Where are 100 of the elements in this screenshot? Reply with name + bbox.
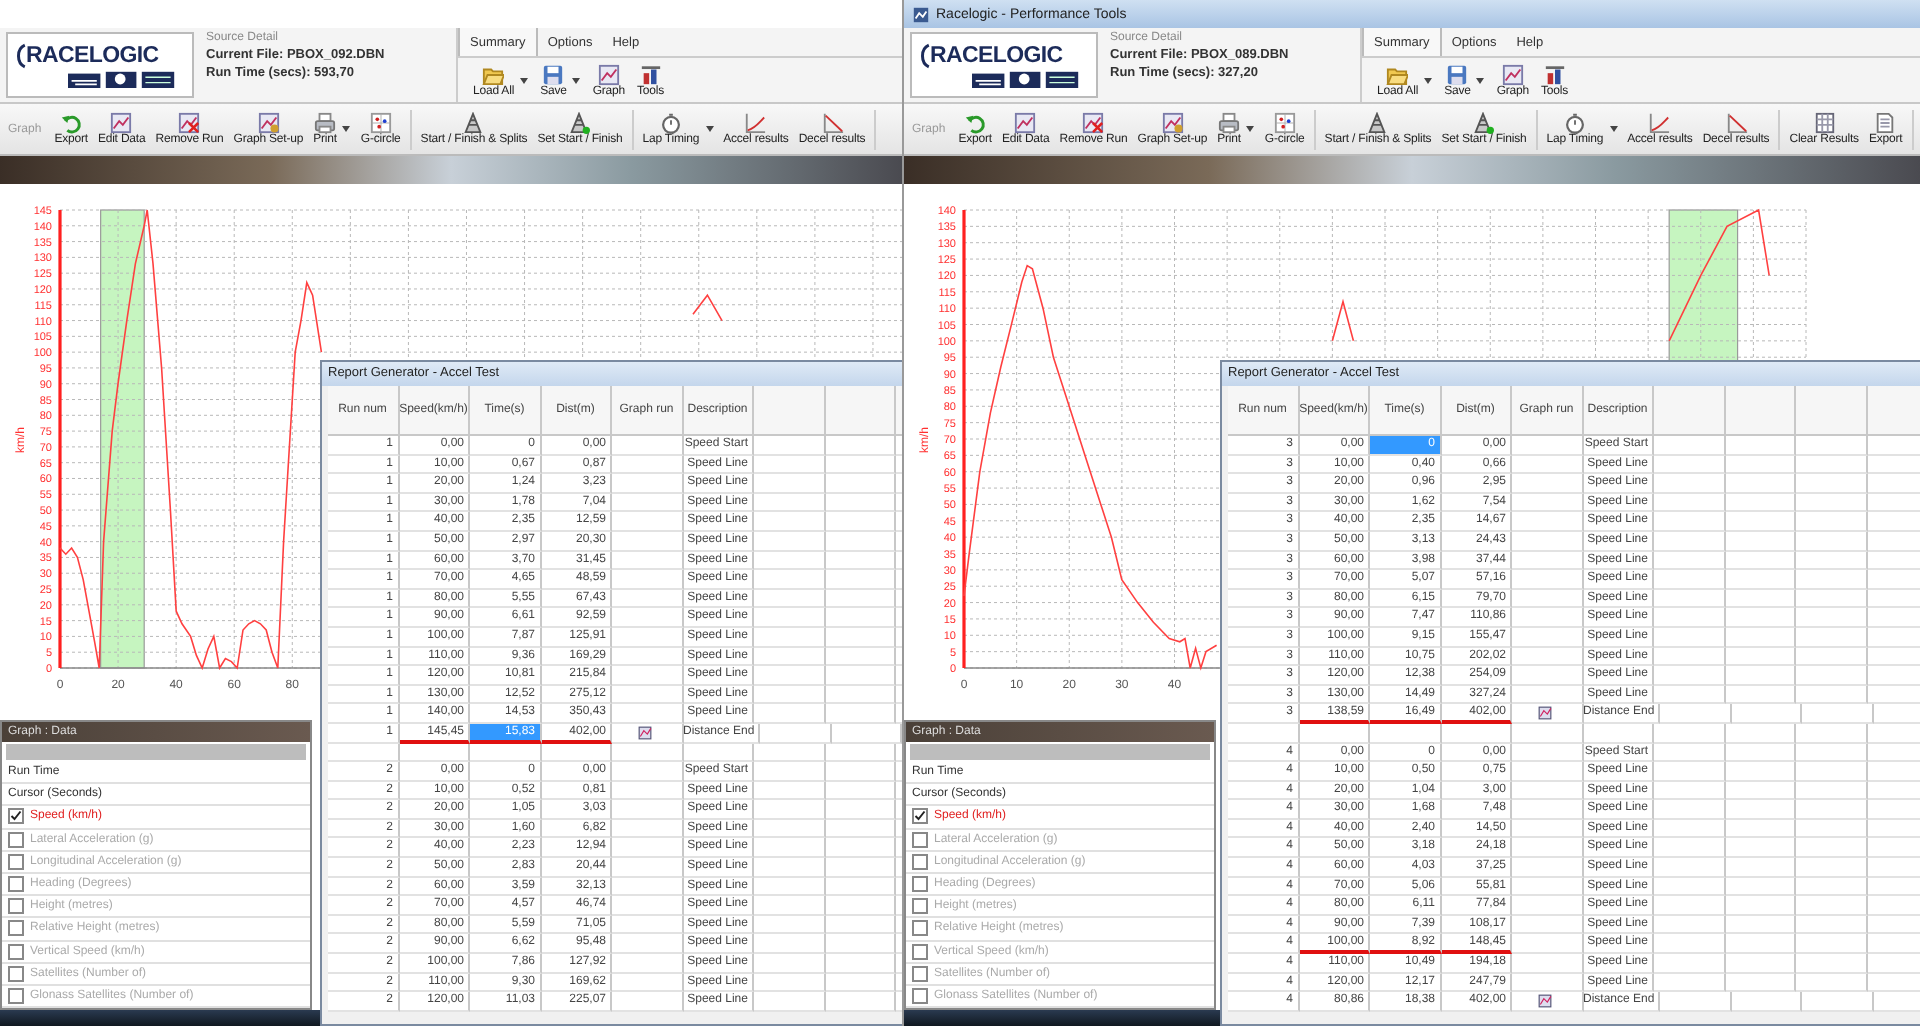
table-cell [1725,896,1796,916]
chart-icon[interactable] [1537,706,1552,721]
swoosh-icon [14,42,26,70]
printer-icon [314,112,336,134]
checkbox[interactable] [912,965,928,982]
table-cell [825,512,896,532]
table-cell [825,896,896,916]
app-icon [912,5,930,23]
table-cell [825,551,896,571]
table-cell [1654,666,1725,686]
stopwatch-icon [1563,112,1586,134]
table-cell [754,512,825,532]
table-cell [1654,685,1725,705]
chart-icon [1501,63,1524,85]
table-cell [1796,685,1867,705]
falling-line-icon [1725,112,1748,134]
table-cell [754,915,825,935]
table-cell [754,934,825,955]
table-cell [1654,934,1725,955]
checkbox[interactable] [912,853,928,870]
checkbox[interactable] [912,831,928,848]
table-cell [754,627,825,648]
table-cell [760,723,832,743]
checkbox[interactable] [912,898,928,915]
triangle-icon [1366,112,1389,134]
checkbox[interactable] [8,943,24,960]
dropdown-arrow-icon [342,126,351,132]
table-cell [1725,493,1796,513]
table-cell [1796,781,1867,801]
table-cell [1441,723,1512,743]
table-cell [1802,992,1874,1012]
table-cell [1654,896,1725,916]
checkbox[interactable] [8,920,24,937]
table-cell [1725,819,1796,839]
checkbox[interactable] [8,965,24,982]
table-cell [1654,723,1725,743]
table-cell [1796,493,1867,513]
scatter-plot-icon [369,112,392,134]
table-cell [1654,838,1725,859]
table-cell [1796,877,1867,897]
table-cell [1370,723,1441,743]
checkbox[interactable] [912,808,928,825]
table-cell [1654,589,1725,609]
table-cell [1583,723,1654,743]
table-cell [1796,666,1867,686]
checkbox[interactable] [8,853,24,870]
table-cell [1654,570,1725,590]
chart-icon [597,63,620,85]
dropdown-arrow-icon [1609,126,1618,132]
table-cell [754,493,825,513]
swoosh-icon [918,42,930,70]
table-cell [470,743,541,763]
checkbox[interactable] [912,876,928,893]
table-cell [1796,474,1867,494]
table-cell [754,455,825,475]
table-cell [1725,954,1796,974]
table-cell [754,762,825,782]
table-cell [1725,723,1796,743]
table-cell [399,743,470,763]
table-cell [683,743,754,763]
checkbox[interactable] [8,831,24,848]
table-cell [1796,627,1867,648]
table-cell [1725,551,1796,571]
checkbox[interactable] [8,808,24,825]
table-cell [1796,647,1867,667]
chart-icon[interactable] [1537,994,1552,1009]
table-cell [1654,531,1725,552]
table-cell [1654,627,1725,648]
curved-arrow-icon [964,112,987,134]
table-cell [1725,666,1796,686]
table-cell [1654,915,1725,935]
table-cell [1725,973,1796,993]
checkbox[interactable] [912,987,928,1004]
table-cell [1796,973,1867,993]
checkbox[interactable] [912,920,928,937]
table-cell [1660,992,1732,1012]
table-cell [1725,685,1796,705]
triangle-plus-icon [568,112,591,134]
tools-icon [639,63,662,85]
scatter-plot-icon [1273,112,1296,134]
table-cell [1796,570,1867,590]
table-cell [1228,723,1299,743]
checkbox[interactable] [912,943,928,960]
table-cell [1796,436,1867,456]
chart-icon[interactable] [637,725,652,740]
table-cell [1654,858,1725,878]
table-cell [825,647,896,667]
stopwatch-icon [659,112,682,134]
table-cell [825,838,896,859]
dropdown-arrow-icon [1246,126,1255,132]
table-cell [1796,551,1867,571]
checkbox[interactable] [8,876,24,893]
table-cell [825,877,896,897]
table-cell [1725,589,1796,609]
table-cell [1731,704,1803,724]
checkbox[interactable] [8,987,24,1004]
checkbox[interactable] [8,898,24,915]
table-cell [1796,762,1867,782]
table-cell [754,531,825,552]
table-cell [1654,819,1725,839]
